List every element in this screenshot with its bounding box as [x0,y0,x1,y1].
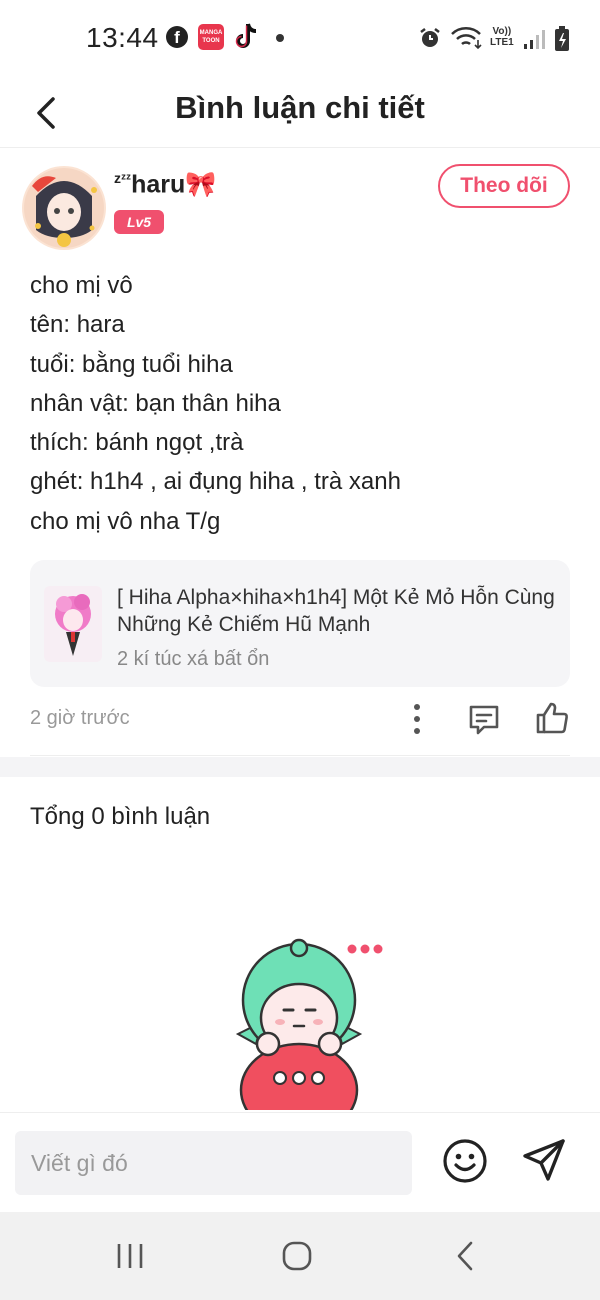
divider [30,755,570,756]
comment-input[interactable] [15,1131,412,1195]
comment-line: cho mị vô [30,272,133,299]
thumbs-up-icon [536,702,568,734]
signal-icon [523,28,545,55]
emoji-button[interactable] [442,1138,488,1184]
comment-line: cho mị vô nha T/g [30,507,221,535]
comment-input-bar [0,1112,600,1212]
system-navigation-bar [0,1212,600,1300]
more-vertical-icon [414,704,420,734]
battery-charging-icon [554,26,570,57]
username[interactable]: zᶻᶻharu🎀 [114,170,216,199]
comment-timestamp: 2 giờ trước [30,707,130,729]
comment-body: cho mị vô tên: hara tuổi: bằng tuổi hiha… [30,266,570,541]
home-button[interactable] [273,1234,321,1278]
more-options-button[interactable] [404,702,430,736]
recent-apps-button[interactable] [106,1234,154,1278]
facebook-icon: f [166,26,188,48]
page-title: Bình luận chi tiết [175,90,425,125]
comment-line: tên: hara [30,311,125,339]
chevron-left-icon [457,1241,473,1271]
story-card[interactable]: [ Hiha Alpha×hiha×h1h4] Một Kẻ Mỏ Hỗn Cù… [30,560,570,687]
lte-indicator: Vo)) LTE1 [490,26,514,48]
recent-apps-icon [117,1244,143,1268]
level-badge: Lv5 [114,210,164,234]
status-time: 13:44 [86,22,159,53]
reply-button[interactable] [466,702,502,738]
section-separator [0,757,600,777]
tiktok-icon [234,22,260,55]
status-bar: 13:44 f MANGA TOON Vo)) LTE1 [0,0,600,78]
story-subtitle: 2 kí túc xá bất ổn [117,648,270,670]
system-back-button[interactable] [441,1234,489,1278]
comment-line: thích: bánh ngọt ,trà [30,429,244,457]
notification-dot-icon [276,34,284,42]
comment-icon [469,705,499,735]
user-avatar[interactable] [22,166,106,250]
lte-label: LTE1 [490,37,514,48]
mangatoon-icon: MANGA TOON [198,24,224,50]
alarm-icon [418,26,442,55]
send-button[interactable] [520,1136,568,1184]
volte-label: Vo)) [492,26,512,37]
comment-line: ghét: h1h4 , ai đụng hiha , trà xanh [30,468,401,496]
username-text: haru🎀 [131,170,217,199]
smiley-icon [443,1139,487,1183]
total-comments-count: Tổng 0 bình luận [30,803,211,830]
follow-button[interactable]: Theo dõi [438,164,570,208]
comment-line: tuổi: bằng tuổi hiha [30,350,233,378]
sleep-z-decoration: zᶻᶻ [114,170,132,186]
story-cover-thumbnail [44,586,102,662]
app-header: Bình luận chi tiết [0,78,600,148]
like-button[interactable] [534,700,570,736]
send-icon [523,1139,565,1181]
empty-comments-illustration [228,930,398,1110]
wifi-icon [450,26,484,55]
comment-line: nhân vật: bạn thân hiha [30,389,281,417]
story-title: [ Hiha Alpha×hiha×h1h4] Một Kẻ Mỏ Hỗn Cù… [117,586,555,636]
home-icon [282,1241,312,1271]
